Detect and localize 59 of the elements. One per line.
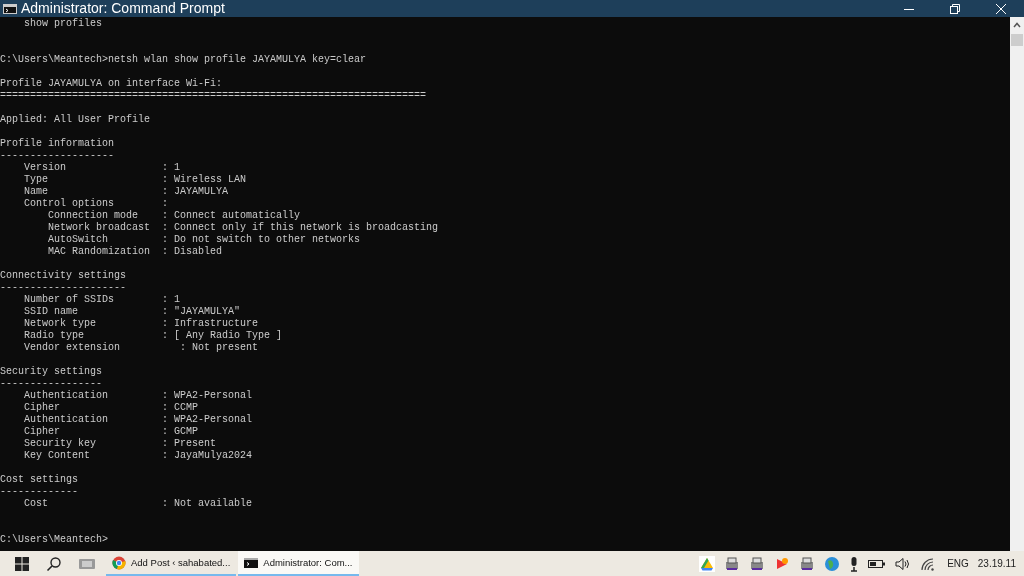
printer-icon[interactable]: [749, 555, 766, 572]
console-line: Cipher : GCMP: [23, 426, 200, 438]
console-line: Type : Wireless LAN: [23, 174, 248, 186]
console-line: =======================================================================: [0, 90, 428, 102]
scroll-thumb[interactable]: [1011, 34, 1023, 46]
console-line: Name : JAYAMULYA: [23, 186, 230, 198]
restore-icon[interactable]: [950, 3, 960, 14]
console-line: Security settings: [0, 366, 104, 378]
console-line: -------------: [0, 486, 79, 498]
printer-icon[interactable]: [724, 555, 741, 572]
drive-icon[interactable]: [699, 555, 716, 572]
console-line: Radio type : [ Any Radio Type ]: [23, 330, 284, 342]
scroll-up-icon[interactable]: [1013, 22, 1021, 28]
app-icon[interactable]: [774, 555, 791, 572]
scrollbar[interactable]: [1010, 17, 1024, 551]
taskbar-app-button[interactable]: Add Post ‹ sahabated...: [106, 551, 237, 576]
console-line: Authentication : WPA2-Personal: [23, 414, 254, 426]
console-icon: [244, 557, 259, 568]
console-line: show profiles: [23, 18, 104, 30]
console-line: C:\Users\Meantech>: [0, 534, 110, 546]
console-line: Network type : Infrastructure: [23, 318, 260, 330]
console-line: Key Content : JayaMulya2024: [23, 450, 254, 462]
console-line: ---------------------: [0, 282, 128, 294]
battery-icon[interactable]: [868, 558, 887, 569]
clock[interactable]: 23.19.11: [977, 558, 1016, 569]
console-line: Cost : Not available: [23, 498, 254, 510]
console-line: Applied: All User Profile: [0, 114, 152, 126]
globe-icon[interactable]: [824, 555, 841, 572]
close-icon[interactable]: [996, 3, 1006, 14]
speaker-icon[interactable]: [895, 556, 912, 571]
console-line: SSID name : "JAYAMULYA": [23, 306, 242, 318]
console-line: Profile information: [0, 138, 116, 150]
microphone-icon[interactable]: [849, 555, 860, 572]
console-line: MAC Randomization : Disabled: [47, 246, 224, 258]
console-line: Version : 1: [23, 162, 182, 174]
console-line: Network broadcast : Connect only if this network is broadcasting: [47, 222, 440, 234]
console-line: Profile JAYAMULYA on interface Wi-Fi:: [0, 78, 224, 90]
console-line: Vendor extension : Not present: [23, 342, 260, 354]
console-line: Authentication : WPA2-Personal: [23, 390, 254, 402]
chrome-icon: [112, 555, 126, 570]
console-line: -----------------: [0, 378, 104, 390]
console-line: AutoSwitch : Do not switch to other networks: [47, 234, 362, 246]
console-line: C:\Users\Meantech>netsh wlan show profile JAYAMULYA key=clear: [0, 54, 368, 66]
console-line: Number of SSIDs : 1: [23, 294, 182, 306]
console-line: Cost settings: [0, 474, 79, 486]
console-line: -------------------: [0, 150, 116, 162]
console-line: Connectivity settings: [0, 270, 128, 282]
console-line: Connection mode : Connect automatically: [47, 210, 302, 222]
console-icon: [3, 3, 17, 14]
console-line: Control options :: [23, 198, 170, 210]
window-title: Administrator: Command Prompt: [21, 0, 225, 17]
windows-start-icon[interactable]: [14, 555, 30, 572]
wifi-icon[interactable]: [920, 556, 937, 571]
console-line: Security key : Present: [23, 438, 218, 450]
language-indicator[interactable]: ENG: [947, 558, 969, 569]
search-icon[interactable]: [46, 555, 62, 572]
printer-icon[interactable]: [799, 555, 816, 572]
taskbar-app-button[interactable]: Administrator: Com...: [238, 551, 359, 576]
console-line: Cipher : CCMP: [23, 402, 200, 414]
